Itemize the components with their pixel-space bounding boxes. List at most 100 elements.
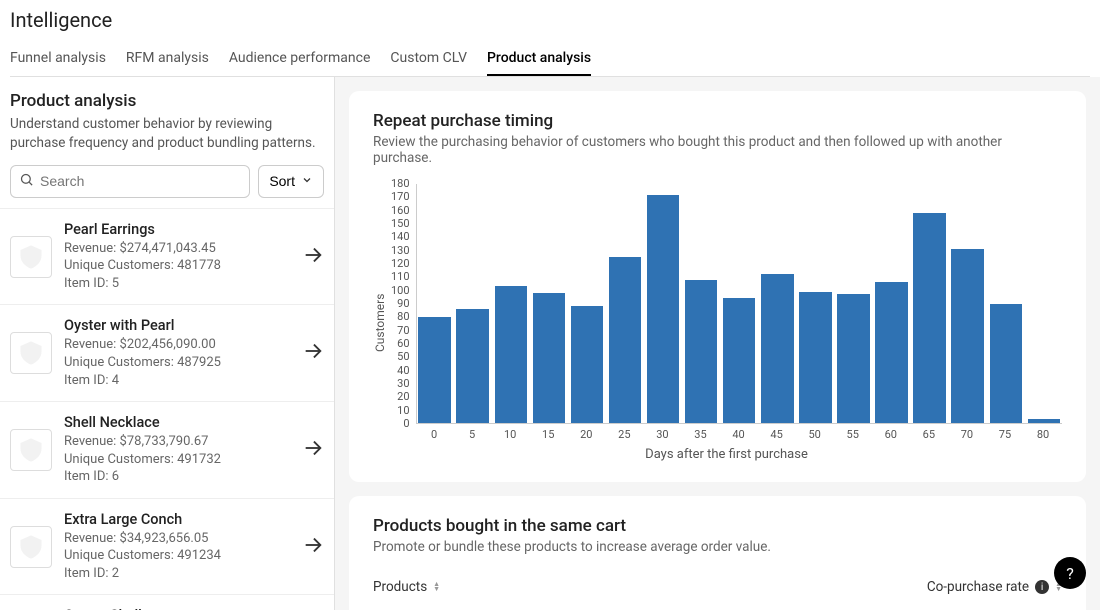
- bundle-card-desc: Promote or bundle these products to incr…: [373, 539, 1062, 555]
- product-item[interactable]: Extra Large Conch Revenue: $34,923,656.05…: [0, 498, 334, 595]
- x-axis-label: Days after the first purchase: [391, 447, 1062, 462]
- product-item[interactable]: Oyster ShellRevenue: $14,765,965.00Uniqu…: [0, 594, 334, 610]
- product-thumb: [10, 332, 52, 374]
- product-item[interactable]: Shell Necklace Revenue: $78,733,790.67Uni…: [0, 401, 334, 498]
- bar[interactable]: [913, 213, 945, 423]
- product-revenue: Revenue: $78,733,790.67: [64, 433, 294, 451]
- arrow-right-icon: [302, 340, 324, 366]
- product-name: Pearl Earrings: [64, 221, 294, 238]
- bar-column: [531, 184, 567, 423]
- product-revenue: Revenue: $34,923,656.05: [64, 530, 294, 548]
- sort-icon: ▲▼: [433, 582, 440, 592]
- x-tick: 75: [986, 424, 1024, 441]
- tab-bar: Funnel analysis RFM analysis Audience perf…: [10, 42, 1090, 77]
- col-copurchase[interactable]: Co-purchase rate i ▲▼: [927, 579, 1062, 595]
- bar[interactable]: [799, 292, 831, 423]
- bar[interactable]: [647, 195, 679, 423]
- product-item-id: Item ID: 6: [64, 468, 294, 486]
- product-item-id: Item ID: 5: [64, 275, 294, 293]
- sidebar-title: Product analysis: [10, 91, 324, 111]
- col-products-label: Products: [373, 579, 427, 595]
- bar[interactable]: [495, 286, 527, 423]
- sort-label: Sort: [269, 173, 295, 189]
- x-tick: 5: [453, 424, 491, 441]
- x-tick: 50: [796, 424, 834, 441]
- x-tick: 70: [948, 424, 986, 441]
- bar[interactable]: [456, 309, 488, 423]
- product-revenue: Revenue: $202,456,090.00: [64, 336, 294, 354]
- x-tick: 30: [643, 424, 681, 441]
- x-tick: 60: [872, 424, 910, 441]
- bar-column: [721, 184, 757, 423]
- product-thumb: [10, 526, 52, 568]
- bar[interactable]: [1028, 419, 1060, 423]
- tab-funnel-analysis[interactable]: Funnel analysis: [10, 42, 106, 76]
- product-info: Extra Large Conch Revenue: $34,923,656.05…: [64, 511, 294, 583]
- arrow-right-icon: [302, 437, 324, 463]
- sort-button[interactable]: Sort: [258, 165, 324, 198]
- bar[interactable]: [951, 249, 983, 423]
- page-title: Intelligence: [10, 8, 1090, 32]
- y-axis-label: Customers: [373, 184, 387, 462]
- bar-column: [683, 184, 719, 423]
- arrow-right-icon: [302, 244, 324, 270]
- bundle-table-header: Products ▲▼ Co-purchase rate i ▲▼: [373, 573, 1062, 601]
- repeat-card-title: Repeat purchase timing: [373, 111, 1062, 131]
- tab-audience-performance[interactable]: Audience performance: [229, 42, 371, 76]
- product-thumb: [10, 429, 52, 471]
- bar[interactable]: [418, 317, 450, 423]
- x-tick: 0: [415, 424, 453, 441]
- bar-column: [835, 184, 871, 423]
- info-icon[interactable]: i: [1035, 580, 1049, 594]
- arrow-right-icon: [302, 534, 324, 560]
- tab-custom-clv[interactable]: Custom CLV: [390, 42, 467, 76]
- product-name: Shell Necklace: [64, 414, 294, 431]
- repeat-purchase-card: Repeat purchase timing Review the purcha…: [349, 91, 1086, 482]
- product-name: Oyster with Pearl: [64, 317, 294, 334]
- product-thumb: [10, 236, 52, 278]
- product-unique-customers: Unique Customers: 491732: [64, 451, 294, 469]
- x-tick: 45: [758, 424, 796, 441]
- product-item-id: Item ID: 2: [64, 565, 294, 583]
- bar[interactable]: [723, 298, 755, 423]
- bar-column: [950, 184, 986, 423]
- x-tick: 15: [529, 424, 567, 441]
- bar[interactable]: [837, 294, 869, 423]
- help-button[interactable]: ?: [1054, 557, 1086, 589]
- product-unique-customers: Unique Customers: 481778: [64, 257, 294, 275]
- x-tick: 10: [491, 424, 529, 441]
- bar[interactable]: [533, 293, 565, 423]
- product-list: Pearl EarringsRevenue: $274,471,043.45Un…: [0, 208, 334, 610]
- col-copurchase-label: Co-purchase rate: [927, 579, 1029, 595]
- bar-column: [645, 184, 681, 423]
- search-input[interactable]: [40, 173, 241, 189]
- product-item[interactable]: Oyster with Pearl Revenue: $202,456,090.0…: [0, 304, 334, 401]
- x-tick: 55: [834, 424, 872, 441]
- search-icon: [19, 172, 34, 191]
- bar[interactable]: [761, 274, 793, 423]
- product-name: Extra Large Conch: [64, 511, 294, 528]
- product-item[interactable]: Pearl Earrings Revenue: $274,471,043.45Un…: [0, 208, 334, 305]
- y-axis-ticks: 1801701601501401301201101009080706050403…: [391, 178, 416, 418]
- col-products[interactable]: Products ▲▼: [373, 579, 440, 595]
- product-info: Oyster with Pearl Revenue: $202,456,090.0…: [64, 317, 294, 389]
- bar[interactable]: [990, 304, 1022, 424]
- bar-column: [1026, 184, 1062, 423]
- bar[interactable]: [685, 280, 717, 423]
- bar-column: [607, 184, 643, 423]
- tab-product-analysis[interactable]: Product analysis: [487, 42, 591, 76]
- search-input-wrapper[interactable]: [10, 165, 250, 198]
- product-unique-customers: Unique Customers: 487925: [64, 354, 294, 372]
- bar[interactable]: [609, 257, 641, 423]
- bar-column: [417, 184, 453, 423]
- bar-column: [759, 184, 795, 423]
- x-tick: 20: [567, 424, 605, 441]
- tab-rfm-analysis[interactable]: RFM analysis: [126, 42, 209, 76]
- bundle-card: Products bought in the same cart Promote…: [349, 496, 1086, 610]
- bar[interactable]: [571, 306, 603, 423]
- bar-column: [455, 184, 491, 423]
- x-axis-ticks: 05101520253035404550556065707580: [415, 424, 1062, 441]
- x-tick: 25: [605, 424, 643, 441]
- bar[interactable]: [875, 282, 907, 423]
- product-revenue: Revenue: $274,471,043.45: [64, 240, 294, 258]
